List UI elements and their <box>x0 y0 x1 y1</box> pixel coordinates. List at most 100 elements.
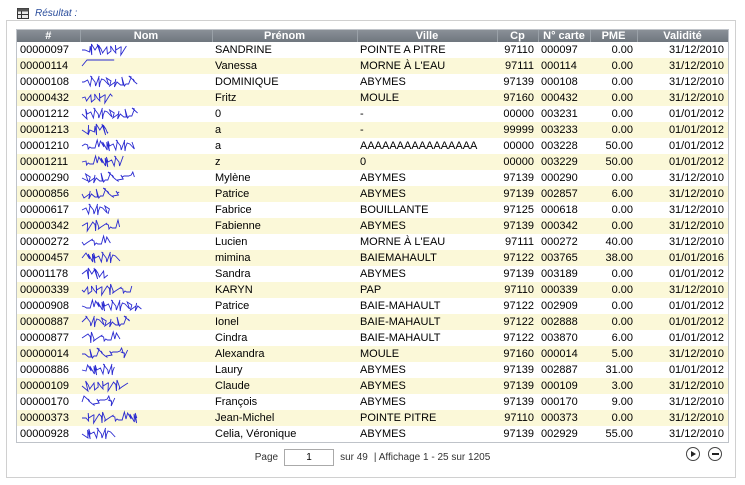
cell-prenom: Cindra <box>212 330 357 346</box>
column-header-prenom[interactable]: Prénom <box>212 30 358 42</box>
redaction-scribble-icon <box>81 170 135 184</box>
cell-nom <box>80 266 212 282</box>
redaction-scribble-icon <box>81 92 113 105</box>
table-row[interactable]: 00000097 SANDRINE POINTE A PITRE 97110 00009… <box>17 42 728 58</box>
cell-ville: BAIEMAHAULT <box>357 250 497 266</box>
table-row[interactable]: 00000886 Laury ABYMES 97139 002887 31.00 01/01… <box>17 362 728 378</box>
table-row[interactable]: 00000109 Claude ABYMES 97139 000109 3.00 31/12… <box>17 378 728 394</box>
cell-carte: 000108 <box>538 74 590 90</box>
cell-carte: 000272 <box>538 234 590 250</box>
cell-validite: 31/12/2010 <box>637 90 728 106</box>
cell-validite: 31/12/2010 <box>637 58 728 74</box>
cell-prenom: a <box>212 138 357 154</box>
cell-pme: 9.00 <box>590 394 637 410</box>
display-range-label: | Affichage 1 - 25 sur 1205 <box>373 451 491 463</box>
table-row[interactable]: 00000877 Cindra BAIE-MAHAULT 97122 003870 6.0… <box>17 330 728 346</box>
cell-id: 00000856 <box>17 186 80 202</box>
table-row[interactable]: 00000342 Fabienne ABYMES 97139 000342 0.00 31/… <box>17 218 728 234</box>
cell-ville: MORNE À L'EAU <box>357 58 497 74</box>
table-icon <box>17 7 29 19</box>
cell-id: 00000290 <box>17 170 80 186</box>
table-row[interactable]: 00001210 a AAAAAAAAAAAAAAAA 00000 003228 50.0… <box>17 138 728 154</box>
cell-ville: MOULE <box>357 90 497 106</box>
cell-prenom: Celia, Véronique <box>212 426 357 442</box>
cell-carte: 002909 <box>538 298 590 314</box>
cell-validite: 01/01/2012 <box>637 362 728 378</box>
cell-cp: 99999 <box>497 122 538 138</box>
cell-nom <box>80 202 212 218</box>
cell-validite: 31/12/2010 <box>637 346 728 362</box>
column-header-pme[interactable]: PME <box>590 30 638 42</box>
redaction-scribble-icon <box>81 218 121 233</box>
table-row[interactable]: 00000272 Lucien MORNE À L'EAU 97111 000272 40… <box>17 234 728 250</box>
cell-nom <box>80 58 212 74</box>
cell-nom <box>80 394 212 410</box>
cell-prenom: Patrice <box>212 186 357 202</box>
cell-nom <box>80 282 212 298</box>
cell-validite: 31/12/2010 <box>637 394 728 410</box>
cell-pme: 0.00 <box>590 282 637 298</box>
cell-cp: 97122 <box>497 314 538 330</box>
cell-pme: 0.00 <box>590 42 637 58</box>
table-row[interactable]: 00000290 Mylène ABYMES 97139 000290 0.00 31/12… <box>17 170 728 186</box>
column-header-cp[interactable]: Cp <box>497 30 539 42</box>
cell-cp: 97122 <box>497 250 538 266</box>
cell-validite: 01/01/2012 <box>637 138 728 154</box>
redaction-scribble-icon <box>81 363 115 376</box>
cell-pme: 0.00 <box>590 106 637 122</box>
table-row[interactable]: 00000114 Vanessa MORNE À L'EAU 97111 000114 0… <box>17 58 728 74</box>
redaction-scribble-icon <box>81 138 135 152</box>
cell-carte: 000109 <box>538 378 590 394</box>
cell-nom <box>80 42 212 58</box>
table-row[interactable]: 00000908 Patrice BAIE-MAHAULT 97122 002909 0.… <box>17 298 728 314</box>
table-row[interactable]: 00000432 Fritz MOULE 97160 000432 0.00 31/12/2… <box>17 90 728 106</box>
column-header-ville[interactable]: Ville <box>357 30 498 42</box>
table-row[interactable]: 00000014 Alexandra MOULE 97160 000014 5.00 31/… <box>17 346 728 362</box>
cell-ville: BAIE-MAHAULT <box>357 330 497 346</box>
cell-id: 00000908 <box>17 298 80 314</box>
cell-id: 00000887 <box>17 314 80 330</box>
cell-pme: 0.00 <box>590 266 637 282</box>
cell-id: 00000342 <box>17 218 80 234</box>
column-header-id[interactable]: # <box>17 30 81 42</box>
page-number-input[interactable] <box>284 448 335 466</box>
last-page-icon[interactable] <box>708 447 722 461</box>
next-page-icon[interactable] <box>686 447 700 461</box>
table-row[interactable]: 00001212 0-00000 003231 0.00 01/01/2012 <box>17 106 728 122</box>
cell-validite: 31/12/2010 <box>637 218 728 234</box>
cell-prenom: a <box>212 122 357 138</box>
table-row[interactable]: 00000170 François ABYMES 97139 000170 9.00 31/… <box>17 394 728 410</box>
table-row[interactable]: 00001211 z 0 00000 003229 50.00 01/01/2012 <box>17 154 728 170</box>
cell-cp: 97111 <box>497 234 538 250</box>
cell-validite: 01/01/2012 <box>637 106 728 122</box>
column-header-carte[interactable]: N° carte <box>538 30 591 42</box>
cell-id: 00000170 <box>17 394 80 410</box>
table-row[interactable]: 00001178 Sandra ABYMES 97139 003189 0.00 01/01… <box>17 266 728 282</box>
cell-id: 00000108 <box>17 74 80 90</box>
table-row[interactable]: 00000457 mimina BAIEMAHAULT 97122 003765 38.0… <box>17 250 728 266</box>
cell-pme: 0.00 <box>590 74 637 90</box>
table-row[interactable]: 00000108 DOMINIQUE ABYMES 97139 000108 0.00 31… <box>17 74 728 90</box>
cell-id: 00000617 <box>17 202 80 218</box>
cell-nom <box>80 170 212 186</box>
cell-ville: - <box>357 106 497 122</box>
cell-cp: 97139 <box>497 74 538 90</box>
table-row[interactable]: 00000339 KARYN PAP 97110 000339 0.00 31/12/201… <box>17 282 728 298</box>
cell-carte: 003228 <box>538 138 590 154</box>
column-header-nom[interactable]: Nom <box>80 30 213 42</box>
cell-cp: 00000 <box>497 106 538 122</box>
cell-nom <box>80 218 212 234</box>
cell-nom <box>80 234 212 250</box>
cell-prenom: Lucien <box>212 234 357 250</box>
table-row[interactable]: 00001213 a -99999 003233 0.00 01/01/2012 <box>17 122 728 138</box>
cell-carte: 000097 <box>538 42 590 58</box>
table-row[interactable]: 00000856 Patrice ABYMES 97139 002857 6.00 31/1… <box>17 186 728 202</box>
table-row[interactable]: 00000617 Fabrice BOUILLANTE 97125 000618 0.00… <box>17 202 728 218</box>
cell-pme: 0.00 <box>590 410 637 426</box>
table-row[interactable]: 00000887 Ionel BAIE-MAHAULT 97122 002888 0.00… <box>17 314 728 330</box>
column-header-validite[interactable]: Validité <box>637 30 728 42</box>
cell-pme: 0.00 <box>590 314 637 330</box>
table-row[interactable]: 00000928 Celia, Véronique ABYMES 97139 00292… <box>17 426 728 442</box>
redaction-scribble-icon <box>81 203 110 216</box>
table-row[interactable]: 00000373 Jean-Michel POINTE PITRE 97110 0003… <box>17 410 728 426</box>
